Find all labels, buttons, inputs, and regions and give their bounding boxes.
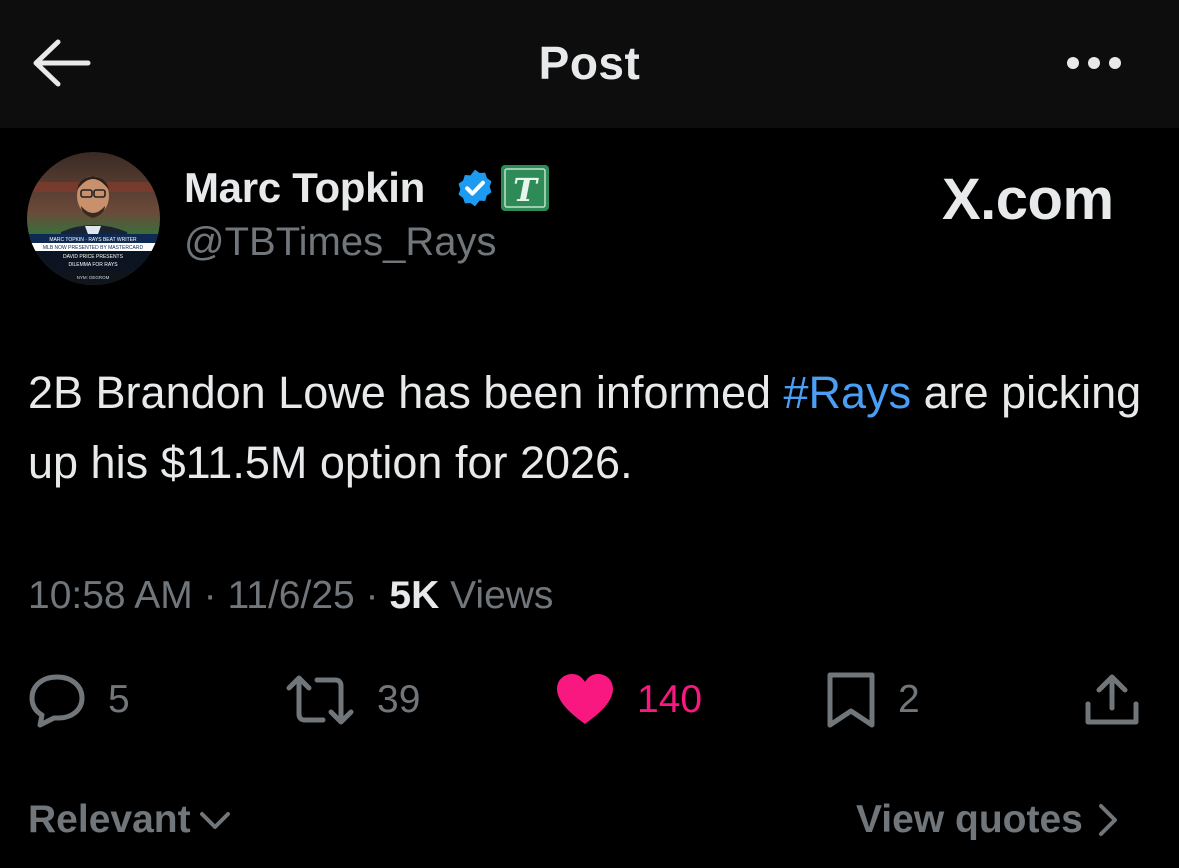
meta-separator: · bbox=[365, 574, 379, 617]
reply-count: 5 bbox=[108, 678, 130, 721]
view-quotes-button[interactable]: View quotes bbox=[856, 798, 1123, 842]
author-handle[interactable]: @TBTimes_Rays bbox=[184, 220, 497, 265]
more-horizontal-icon bbox=[1067, 57, 1121, 69]
bookmark-button[interactable]: 2 bbox=[826, 672, 920, 728]
reply-button[interactable]: 5 bbox=[28, 672, 130, 728]
bookmark-icon bbox=[827, 672, 875, 728]
svg-text:NYM: DEGROM: NYM: DEGROM bbox=[77, 275, 110, 280]
tweet-text-before: 2B Brandon Lowe has been informed bbox=[28, 367, 784, 418]
like-button[interactable]: 140 bbox=[555, 672, 702, 728]
svg-text:T: T bbox=[513, 171, 539, 209]
share-icon bbox=[1085, 674, 1139, 725]
sort-label: Relevant bbox=[28, 798, 191, 841]
affiliate-badge[interactable]: T bbox=[501, 165, 549, 211]
views-label[interactable]: Views bbox=[450, 574, 553, 617]
chevron-down-icon bbox=[199, 812, 230, 829]
avatar[interactable]: MARC TOPKIN · RAYS BEAT WRITER MLB NOW P… bbox=[27, 152, 160, 285]
views-count[interactable]: 5K bbox=[389, 574, 439, 617]
tweet-date: 11/6/25 bbox=[227, 574, 355, 617]
reply-icon bbox=[29, 674, 85, 728]
svg-text:DILEMMA FOR RAYS: DILEMMA FOR RAYS bbox=[68, 262, 118, 268]
bookmark-count: 2 bbox=[898, 678, 920, 721]
view-quotes-label: View quotes bbox=[856, 798, 1083, 841]
repost-icon bbox=[286, 675, 354, 725]
share-button[interactable] bbox=[1083, 672, 1141, 728]
tweet-meta: 10:58 AM · 11/6/25 · 5K Views bbox=[28, 574, 553, 618]
tweet-text: 2B Brandon Lowe has been informed #Rays … bbox=[28, 358, 1158, 498]
verified-badge-icon bbox=[458, 169, 492, 207]
more-button[interactable] bbox=[1062, 48, 1126, 78]
hashtag-link[interactable]: #Rays bbox=[784, 367, 912, 418]
meta-separator: · bbox=[203, 574, 217, 617]
top-bar: Post bbox=[0, 0, 1179, 128]
svg-text:MLB NOW PRESENTED BY MASTERCAR: MLB NOW PRESENTED BY MASTERCARD bbox=[43, 245, 144, 251]
page-title: Post bbox=[538, 37, 641, 89]
repost-button[interactable]: 39 bbox=[285, 672, 420, 728]
chevron-right-icon bbox=[1098, 804, 1117, 836]
svg-text:DAVID PRICE PRESENTS: DAVID PRICE PRESENTS bbox=[63, 254, 124, 260]
svg-text:MARC TOPKIN · RAYS BEAT WRITER: MARC TOPKIN · RAYS BEAT WRITER bbox=[49, 237, 137, 243]
heart-icon bbox=[557, 674, 613, 724]
avatar-image: MARC TOPKIN · RAYS BEAT WRITER MLB NOW P… bbox=[27, 152, 160, 285]
x-watermark: X.com bbox=[942, 167, 1114, 232]
affiliate-logo-icon: T bbox=[504, 168, 546, 209]
sort-replies-button[interactable]: Relevant bbox=[28, 798, 233, 842]
like-count: 140 bbox=[637, 678, 703, 721]
repost-count: 39 bbox=[377, 678, 421, 721]
tweet-time: 10:58 AM bbox=[28, 574, 193, 617]
author-name[interactable]: Marc Topkin bbox=[184, 164, 425, 212]
